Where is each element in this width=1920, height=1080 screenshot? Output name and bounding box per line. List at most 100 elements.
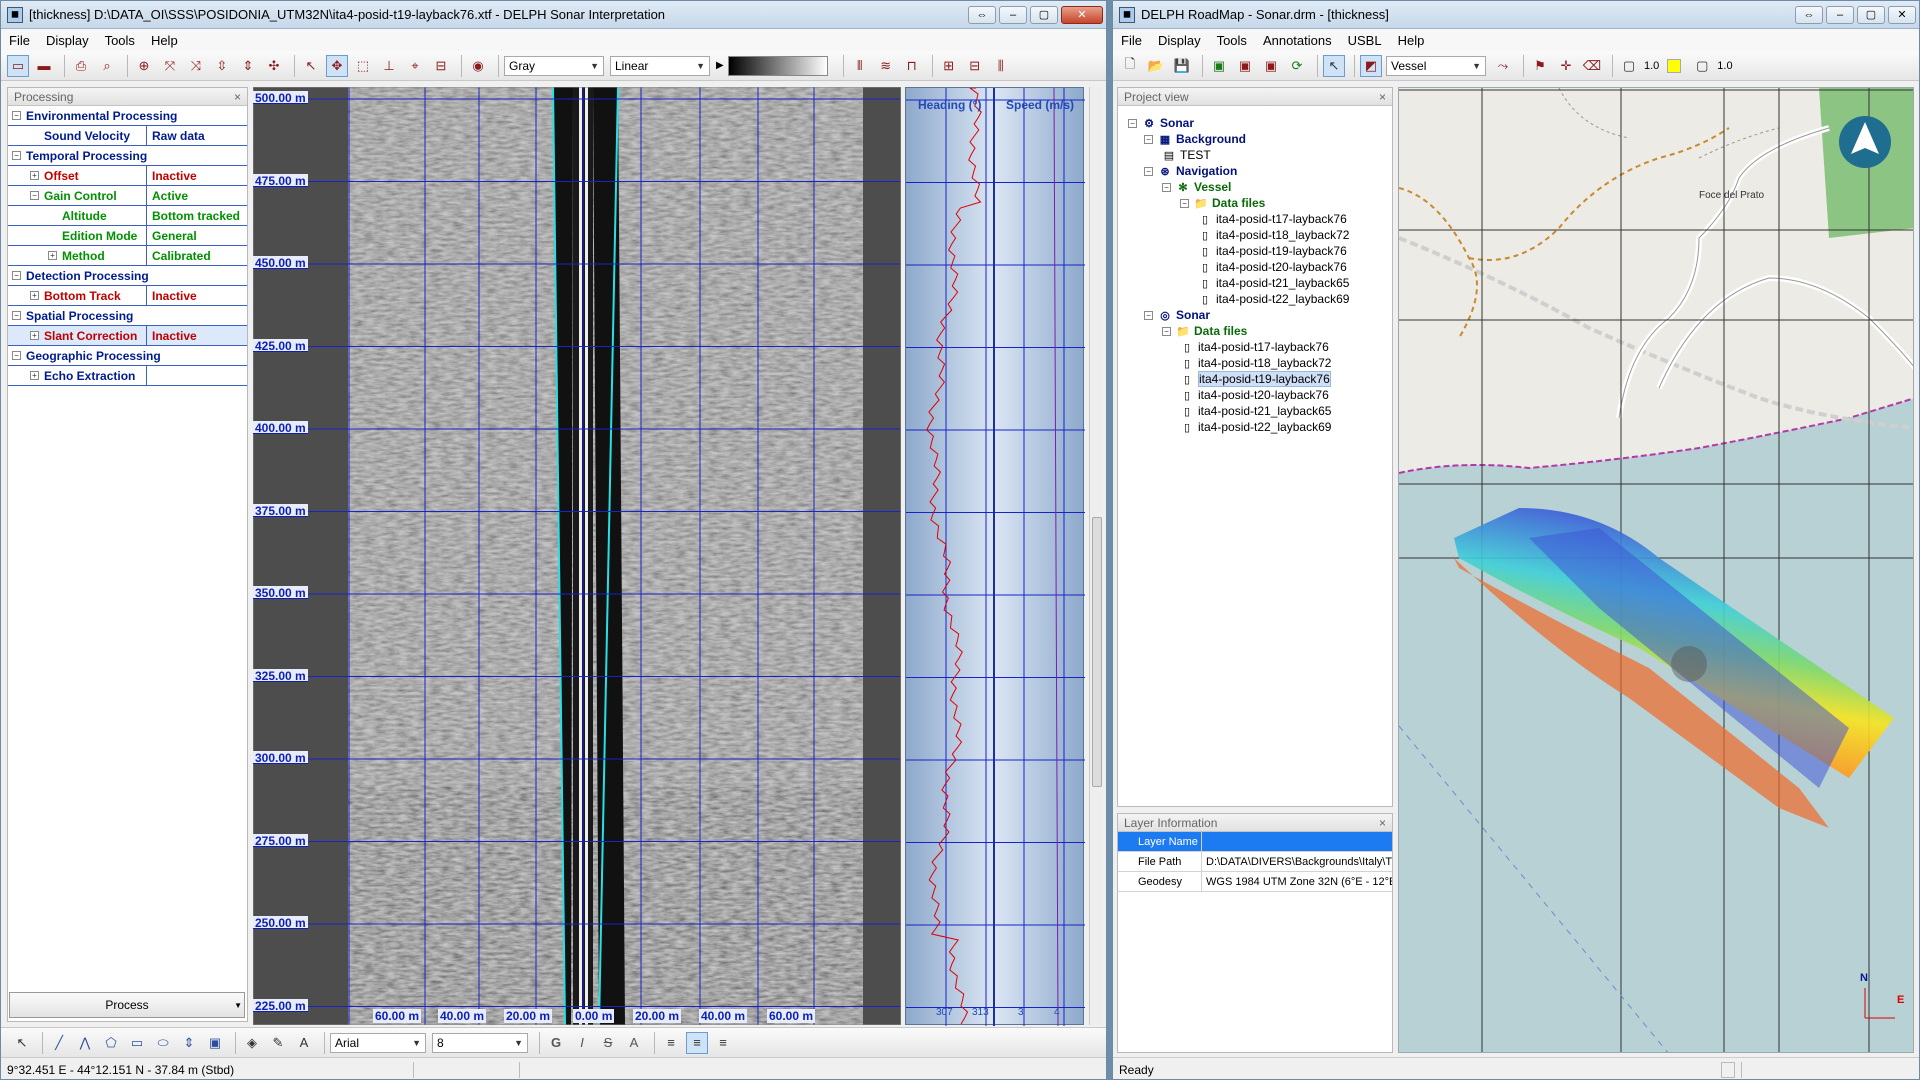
restore-dock-button[interactable]: ⇔ — [968, 5, 996, 24]
menu-tools[interactable]: Tools — [105, 33, 135, 48]
font-combo[interactable]: Arial ▼ — [330, 1032, 426, 1053]
polyline-icon[interactable]: ⋀ — [74, 1032, 96, 1054]
processing-row[interactable]: + Slant Correction Inactive — [8, 326, 247, 346]
gain-icon[interactable]: ⫴ — [849, 55, 871, 77]
vertical-scrollbar[interactable] — [1089, 87, 1103, 1025]
new-file-icon[interactable]: 🗋 — [1119, 55, 1141, 77]
zoom-height-icon[interactable]: ⇕ — [237, 55, 259, 77]
export-layer-icon[interactable]: ▣ — [1260, 55, 1282, 77]
processing-row[interactable]: − Spatial Processing — [8, 306, 247, 326]
processing-row-value[interactable]: Inactive — [146, 166, 249, 185]
play-icon[interactable]: ▶ — [716, 60, 724, 71]
close-button[interactable]: ✕ — [1888, 5, 1916, 24]
line-icon[interactable]: ╱ — [48, 1032, 70, 1054]
tree-node[interactable]: ▯ ita4-posid-t22_layback69 — [1198, 290, 1349, 308]
zoom-width-icon[interactable]: ⇳ — [211, 55, 233, 77]
layer-combo[interactable]: Vessel ▼ — [1386, 55, 1486, 76]
polygon-icon[interactable]: ⬠ — [100, 1032, 122, 1054]
align-center-icon[interactable]: ≡ — [686, 1031, 708, 1054]
border-icon-2[interactable]: ▢ — [1691, 55, 1713, 77]
expand-icon[interactable]: + — [30, 331, 39, 340]
marker-add-icon[interactable]: ⚑ — [1529, 55, 1551, 77]
bold-icon[interactable]: G — [545, 1032, 567, 1054]
menu-annotations[interactable]: Annotations — [1263, 33, 1332, 48]
collapse-icon[interactable]: − — [1180, 198, 1189, 208]
print-preview-icon[interactable]: ⌕ — [96, 55, 118, 77]
process-button[interactable]: Process ▼ — [9, 992, 245, 1018]
palette-combo[interactable]: Gray ▼ — [504, 55, 604, 76]
pen-color-icon[interactable]: ✎ — [267, 1032, 289, 1054]
layout-v-icon[interactable]: ⊟ — [964, 55, 986, 77]
layer-info-row[interactable]: Geodesy WGS 1984 UTM Zone 32N (6°E - 12°E… — [1118, 872, 1392, 892]
line-width-2[interactable]: 1.0 — [1717, 60, 1732, 72]
processing-row[interactable]: − Geographic Processing — [8, 346, 247, 366]
line-width-1[interactable]: 1.0 — [1644, 60, 1659, 72]
height-icon[interactable]: ⇕ — [178, 1032, 200, 1054]
processing-row[interactable]: + Echo Extraction — [8, 366, 247, 386]
left-title-bar[interactable]: ◼ [thickness] D:\DATA_OI\SSS\POSIDONIA_U… — [1, 1, 1106, 29]
processing-row[interactable]: − Temporal Processing — [8, 146, 247, 166]
refresh-icon[interactable]: ⟳ — [1286, 55, 1308, 77]
print-icon[interactable]: ⎙ — [70, 55, 92, 77]
view-dual-icon[interactable]: ▬ — [33, 55, 55, 77]
select-tool-icon[interactable]: ↖ — [300, 55, 322, 77]
layer-info-row[interactable]: Layer Name — [1118, 832, 1392, 852]
align-left-icon[interactable]: ≡ — [660, 1032, 682, 1054]
menu-tools[interactable]: Tools — [1217, 33, 1247, 48]
scale-combo[interactable]: Linear ▼ — [610, 55, 710, 76]
layout-split-icon[interactable]: ⫼ — [990, 55, 1012, 77]
processing-row-value[interactable]: General — [146, 226, 249, 245]
map-view[interactable]: Foce del Prato N E — [1398, 87, 1914, 1053]
processing-row-value[interactable]: Inactive — [146, 286, 249, 305]
close-icon[interactable]: × — [1379, 816, 1386, 830]
collapse-icon[interactable]: − — [12, 351, 21, 360]
rectangle-icon[interactable]: ▭ — [126, 1032, 148, 1054]
processing-row[interactable]: Sound Velocity Raw data — [8, 126, 247, 146]
close-icon[interactable]: × — [1379, 90, 1386, 104]
pointer-icon[interactable]: ↖ — [11, 1032, 33, 1054]
select-tool-icon[interactable]: ↖ — [1323, 54, 1345, 77]
add-layer-icon[interactable]: ▣ — [1208, 55, 1230, 77]
expand-icon[interactable]: + — [30, 291, 39, 300]
processing-row[interactable]: Altitude Bottom tracked — [8, 206, 247, 226]
collapse-icon[interactable]: − — [12, 271, 21, 280]
menu-file[interactable]: File — [1121, 33, 1142, 48]
restore-dock-button[interactable]: ⇔ — [1795, 5, 1823, 24]
collapse-icon[interactable]: − — [1162, 326, 1171, 336]
path-icon[interactable]: ⤳ — [1492, 55, 1514, 77]
close-icon[interactable]: × — [234, 90, 241, 104]
processing-row[interactable]: Edition Mode General — [8, 226, 247, 246]
align-right-icon[interactable]: ≡ — [712, 1032, 734, 1054]
processing-row[interactable]: − Detection Processing — [8, 266, 247, 286]
heading-speed-graph[interactable]: Heading (°) Speed (m/s) 307 313 3 4 — [905, 87, 1085, 1026]
processing-row-value[interactable]: Inactive — [146, 326, 249, 345]
italic-icon[interactable]: I — [571, 1032, 593, 1054]
collapse-icon[interactable]: − — [1128, 118, 1137, 128]
expand-icon[interactable]: + — [48, 251, 57, 260]
collapse-icon[interactable]: − — [1162, 182, 1171, 192]
collapse-icon[interactable]: − — [1144, 134, 1153, 144]
zoom-rect-icon[interactable]: ⬚ — [352, 55, 374, 77]
zoom-out-icon[interactable]: ⤨ — [185, 55, 207, 77]
camera-icon[interactable]: ◉ — [467, 55, 489, 77]
processing-row-value[interactable] — [146, 366, 249, 385]
map-canvas[interactable]: Foce del Prato N E — [1399, 88, 1914, 1053]
font-size-combo[interactable]: 8 ▼ — [432, 1032, 528, 1053]
zoom-fit-icon[interactable]: ✣ — [263, 55, 285, 77]
collapse-icon[interactable]: − — [1144, 310, 1153, 320]
tree-node[interactable]: ▯ ita4-posid-t22_layback69 — [1180, 418, 1331, 436]
maximize-button[interactable]: ▢ — [1857, 5, 1885, 24]
menu-help[interactable]: Help — [1398, 33, 1425, 48]
gray-gradient-bar[interactable] — [727, 55, 828, 76]
font-color-icon[interactable]: A — [293, 1032, 315, 1054]
processing-row-value[interactable]: Active — [146, 186, 249, 205]
processing-row[interactable]: + Bottom Track Inactive — [8, 286, 247, 306]
minimize-button[interactable]: – — [1826, 5, 1854, 24]
fill-color-icon[interactable]: ◈ — [241, 1032, 263, 1054]
zoom-in-icon[interactable]: ⤧ — [159, 55, 181, 77]
processing-row[interactable]: + Offset Inactive — [8, 166, 247, 186]
layout-h-icon[interactable]: ⊞ — [938, 55, 960, 77]
processing-row[interactable]: − Gain Control Active — [8, 186, 247, 206]
fill-color-swatch[interactable] — [1667, 58, 1682, 73]
right-title-bar[interactable]: ◼ DELPH RoadMap - Sonar.drm - [thickness… — [1113, 1, 1919, 29]
